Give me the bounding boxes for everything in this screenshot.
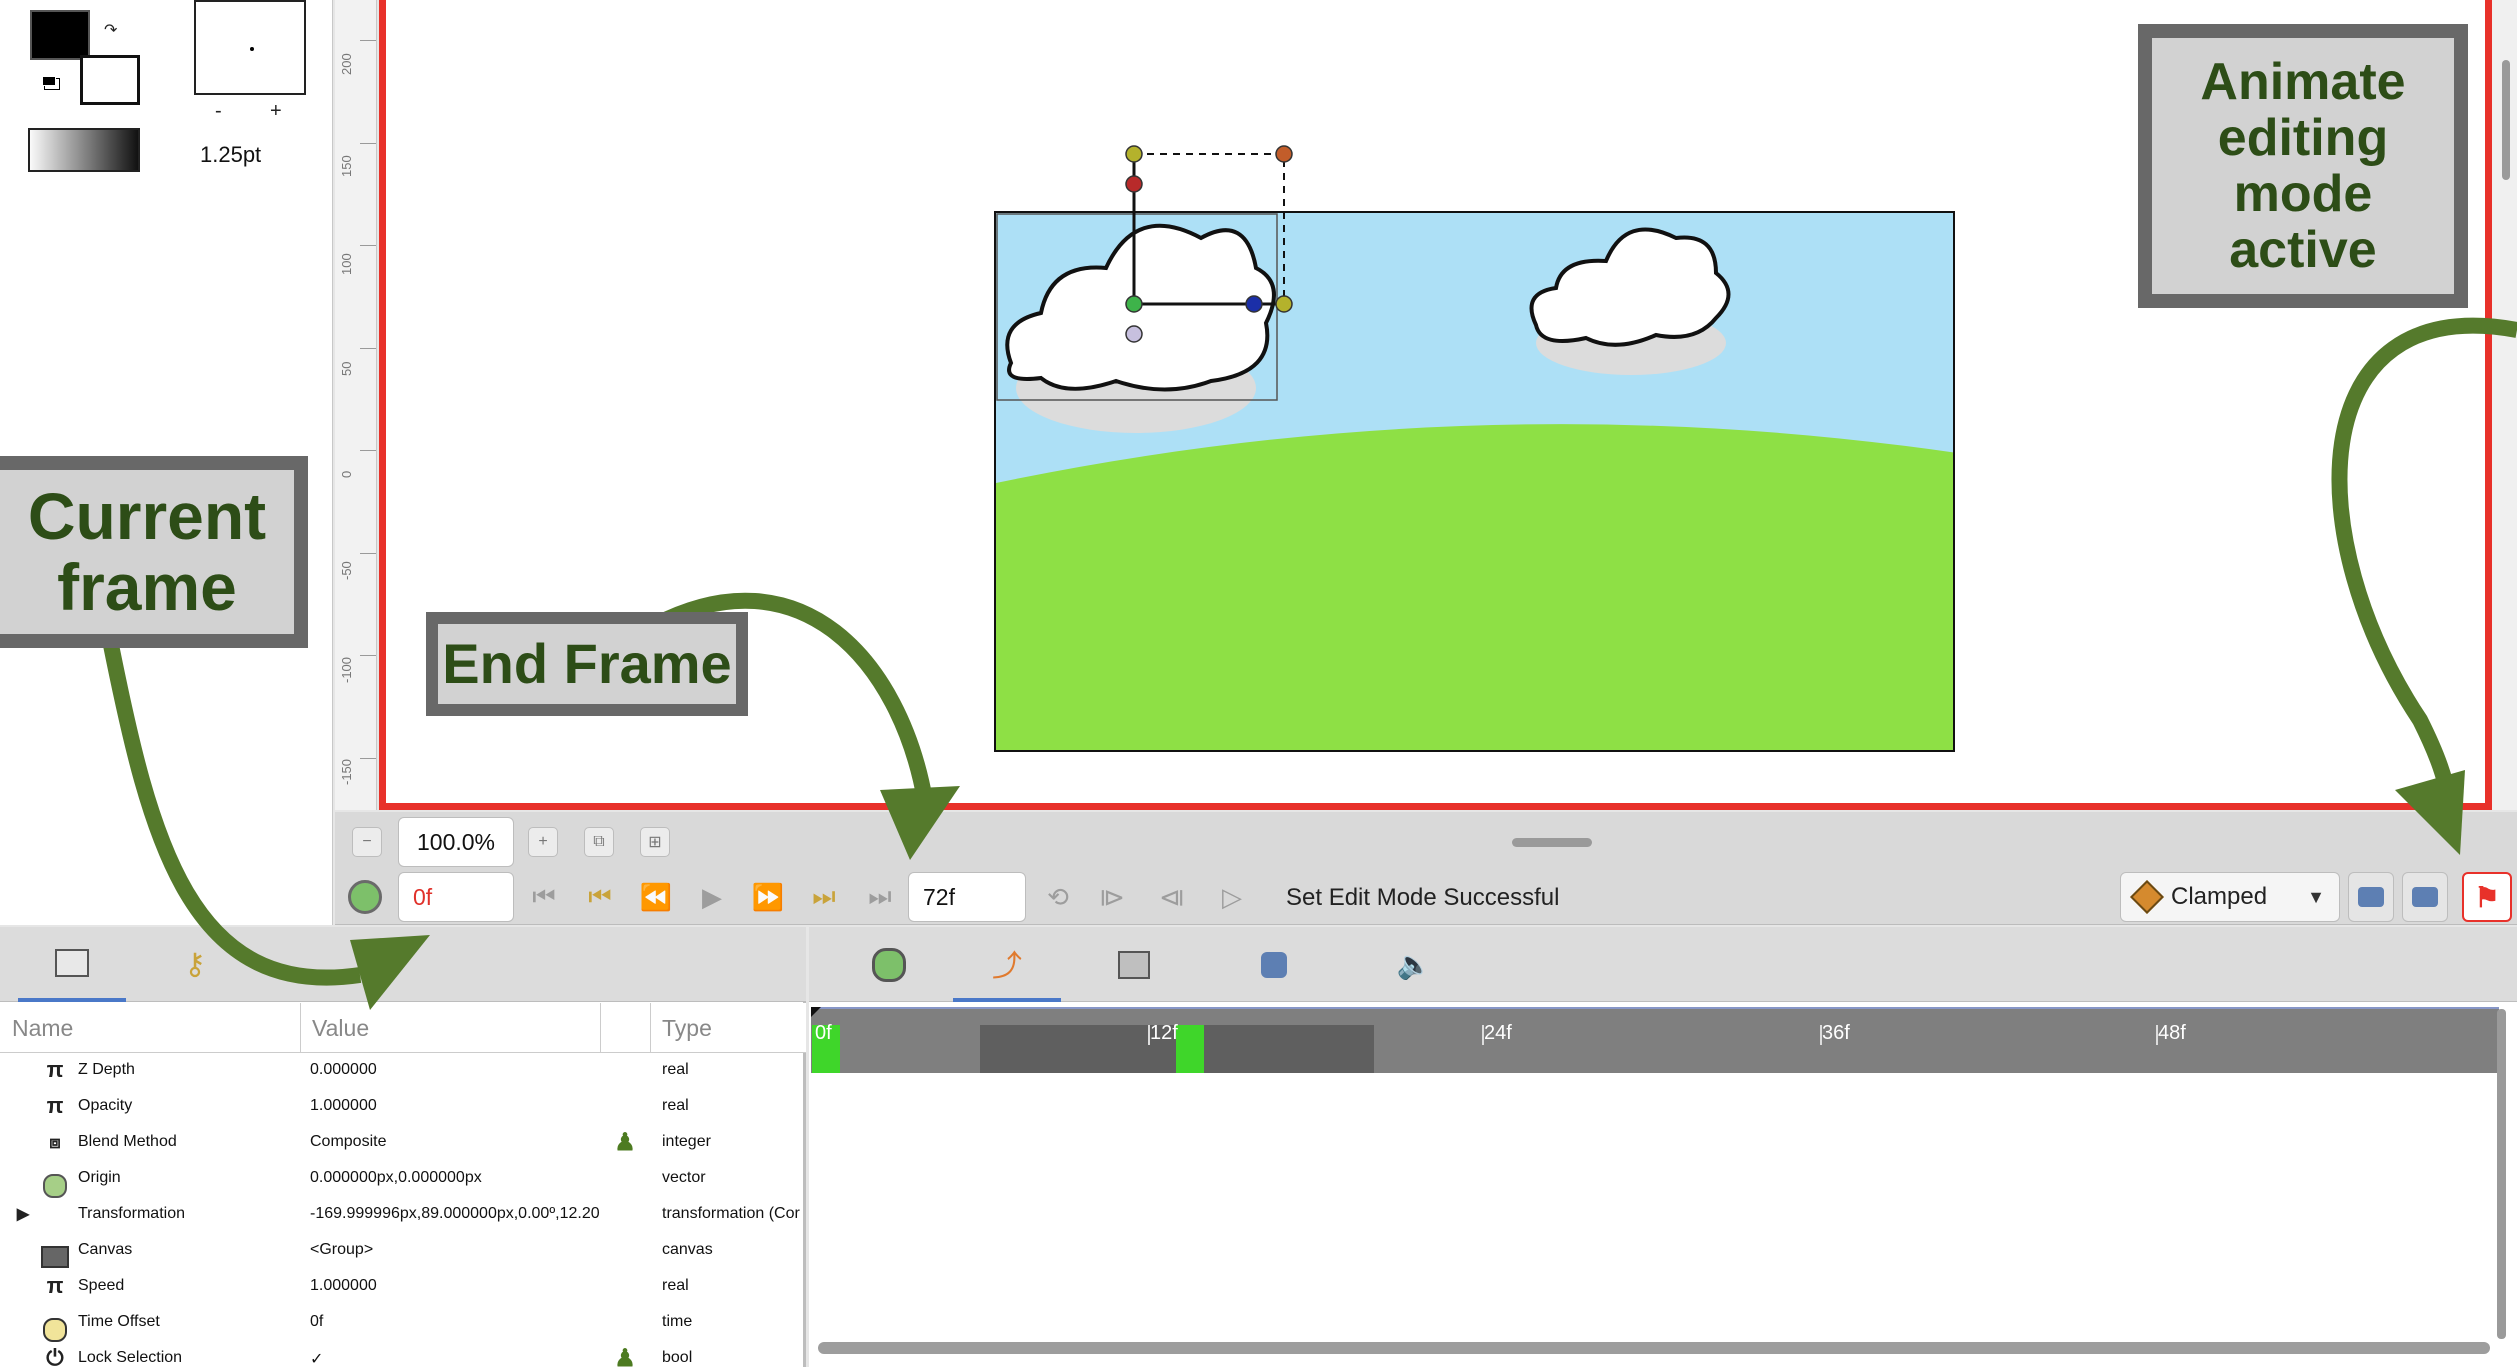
callout-end-frame: End Frame: [426, 612, 748, 716]
callout-current-frame: Current frame: [0, 456, 308, 648]
callout-animate-mode: Animate editing mode active: [2138, 24, 2468, 308]
